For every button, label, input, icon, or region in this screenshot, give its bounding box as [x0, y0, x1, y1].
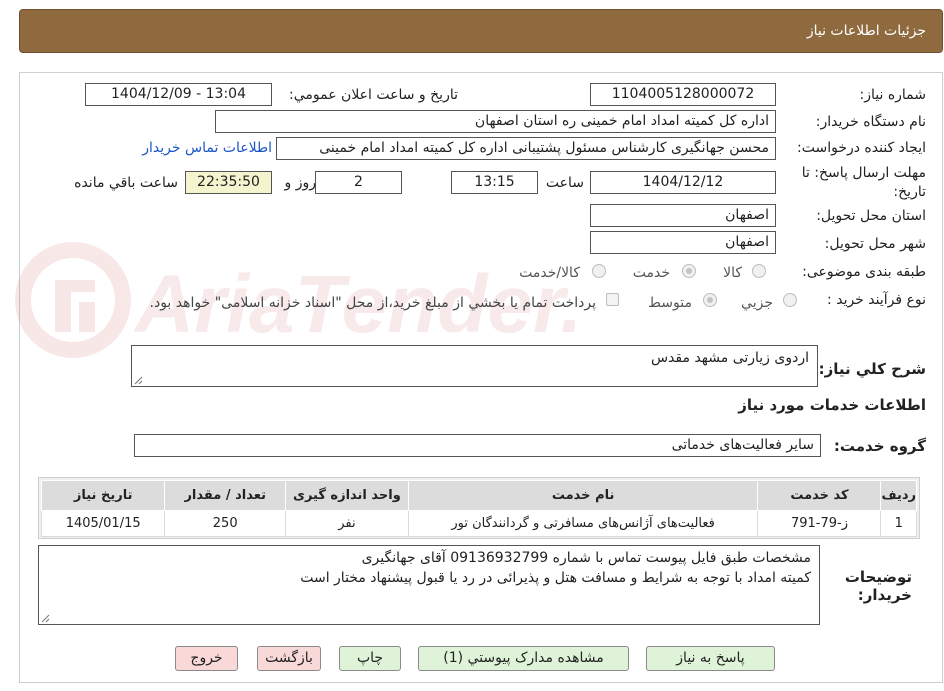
resize-grip-icon[interactable] — [134, 376, 143, 385]
purchase-radio-minor[interactable] — [783, 293, 797, 307]
description-text: اردوی زیارتی مشهد مقدس — [650, 350, 809, 366]
deadline-date-field: 1404/12/12 — [590, 171, 776, 194]
purchase-option-minor: جزيي — [741, 295, 773, 311]
print-button[interactable]: چاپ — [339, 646, 401, 671]
announce-label: تاریخ و ساعت اعلان عمومي: — [289, 87, 458, 103]
page-header: جزئیات اطلاعات نیاز — [19, 9, 943, 53]
services-table-container: رديف كد خدمت نام خدمت واحد اندازه گيری ت… — [38, 477, 920, 539]
province-label: استان محل تحويل: — [816, 208, 926, 224]
category-option-goods: كالا — [723, 265, 742, 281]
col-row-number: رديف — [880, 480, 917, 511]
cell-service-name: فعالیت‌های آژانس‌های مسافرتی و گردانندگا… — [407, 510, 759, 537]
city-field: اصفهان — [590, 231, 776, 254]
treasury-checkbox[interactable] — [606, 293, 619, 306]
col-service-code: كد خدمت — [757, 480, 882, 511]
purchase-radio-medium[interactable] — [703, 293, 717, 307]
back-button[interactable]: بازگشت — [257, 646, 321, 671]
cell-service-code: ز-79-791 — [757, 510, 882, 537]
services-table: رديف كد خدمت نام خدمت واحد اندازه گيری ت… — [40, 480, 917, 537]
announce-field: 1404/12/09 - 13:04 — [85, 83, 272, 106]
deadline-label-date: تاريخ: — [893, 184, 926, 200]
deadline-time-label: ساعت — [545, 175, 584, 191]
col-unit: واحد اندازه گيری — [285, 480, 409, 511]
exit-button[interactable]: خروج — [175, 646, 238, 671]
buyer-notes-label: توضيحات — [844, 568, 912, 586]
col-need-date: تاريخ نياز — [40, 480, 166, 511]
deadline-label: مهلت ارسال پاسخ: تا — [801, 165, 926, 181]
buyer-notes-label-2: خريدار: — [857, 586, 912, 604]
remaining-time-field: 22:35:50 — [185, 171, 272, 194]
buyer-notes-line-2: کمیته امداد با توجه به شرایط و مسافت هتل… — [300, 570, 811, 586]
buyer-notes-textarea: مشخصات طبق فایل پیوست تماس با شماره 0913… — [38, 545, 820, 625]
description-textarea: اردوی زیارتی مشهد مقدس — [131, 345, 818, 387]
category-option-service: خدمت — [632, 265, 670, 281]
buyer-notes-line-1: مشخصات طبق فایل پیوست تماس با شماره 0913… — [361, 550, 811, 566]
category-option-goods-service: كالا/خدمت — [519, 265, 580, 281]
buyer-field: اداره کل کمیته امداد امام خمینی ره استان… — [215, 110, 776, 133]
services-section-title: اطلاعات خدمات مورد نياز — [738, 396, 926, 414]
days-label: روز و — [284, 175, 317, 191]
col-quantity: تعداد / مقدار — [164, 480, 287, 511]
creator-field: محسن جهانگیری کارشناس مسئول پشتیبانی ادا… — [276, 137, 776, 160]
buyer-label: نام دستگاه خريدار: — [815, 114, 926, 130]
category-radio-goods-service[interactable] — [592, 264, 606, 278]
attachments-button[interactable]: مشاهده مدارک پيوستي (1) — [418, 646, 629, 671]
cell-unit: نفر — [285, 510, 409, 537]
description-label: شرح كلي نياز: — [818, 360, 926, 378]
category-radio-goods[interactable] — [752, 264, 766, 278]
table-header-row: رديف كد خدمت نام خدمت واحد اندازه گيری ت… — [40, 480, 917, 511]
cell-need-date: 1405/01/15 — [40, 510, 166, 537]
remaining-label: ساعت باقي مانده — [74, 175, 178, 191]
col-service-name: نام خدمت — [407, 480, 759, 511]
page-title: جزئیات اطلاعات نیاز — [806, 23, 926, 39]
city-label: شهر محل تحويل: — [824, 236, 926, 252]
need-number-field: 1104005128000072 — [590, 83, 776, 106]
cell-row-number: 1 — [880, 510, 917, 537]
purchase-option-medium: متوسط — [648, 295, 692, 311]
category-label: طبقه بندی موضوعی: — [802, 264, 926, 280]
resize-grip-icon[interactable] — [41, 614, 50, 623]
payment-note: پرداخت تمام يا بخشي از مبلغ خريد،از محل … — [149, 295, 596, 311]
service-group-field: سایر فعالیت‌های خدماتی — [134, 434, 821, 457]
deadline-time-field: 13:15 — [451, 171, 538, 194]
creator-label: ايجاد كننده درخواست: — [797, 140, 926, 156]
category-radio-service[interactable] — [682, 264, 696, 278]
cell-quantity: 250 — [164, 510, 287, 537]
days-field: 2 — [315, 171, 402, 194]
service-group-label: گروه خدمت: — [833, 437, 926, 455]
table-row: 1 ز-79-791 فعالیت‌های آژانس‌های مسافرتی … — [40, 510, 917, 537]
purchase-type-label: نوع فرآيند خريد : — [827, 292, 926, 308]
respond-button[interactable]: پاسخ به نياز — [646, 646, 775, 671]
buyer-contact-link[interactable]: اطلاعات تماس خريدار — [142, 140, 272, 156]
province-field: اصفهان — [590, 204, 776, 227]
need-number-label: شماره نیاز: — [859, 87, 927, 103]
